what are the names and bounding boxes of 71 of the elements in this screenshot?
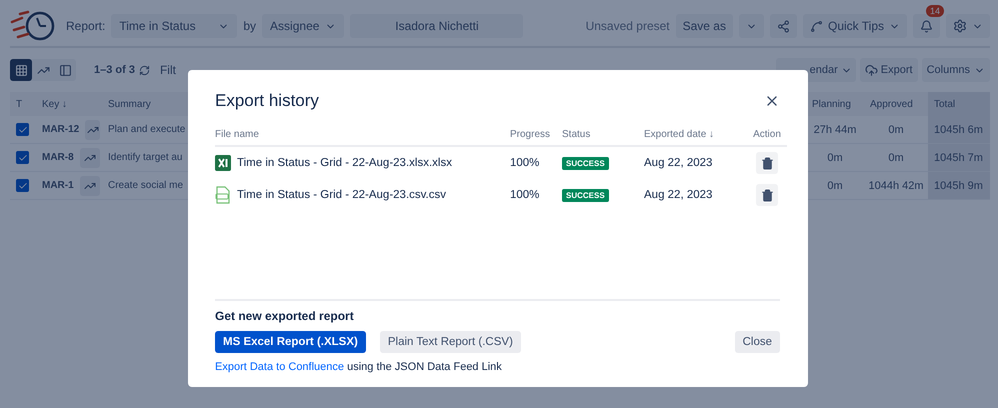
total-cell: 1045h 7m	[928, 144, 990, 172]
share-button[interactable]	[770, 14, 797, 38]
file-name: Time in Status - Grid - 22-Aug-23.xlsx.xlsx	[237, 157, 452, 169]
result-count: 1–3 of 3	[94, 64, 135, 76]
column-header: Approved	[864, 92, 928, 116]
export-button[interactable]: Export	[860, 58, 918, 82]
issue-key: MAR-1	[42, 180, 74, 191]
total-cell: 1045h 6m	[928, 116, 990, 144]
save-as-button[interactable]: Save as	[676, 14, 733, 38]
issue-key: MAR-12	[42, 124, 80, 135]
column-header: Status	[562, 123, 644, 147]
bell-icon	[920, 20, 933, 32]
share-icon	[776, 20, 790, 32]
close-dialog-button[interactable]: Close	[734, 331, 780, 353]
chart-button[interactable]	[80, 176, 100, 196]
check-icon	[18, 124, 28, 134]
check-icon	[18, 180, 28, 190]
panel-icon	[58, 64, 72, 76]
column-header: Exported date ↓	[644, 123, 747, 147]
total-cell: 1045h 9m	[928, 172, 990, 200]
cloud-upload-icon	[864, 64, 878, 76]
chart-button[interactable]	[85, 120, 100, 140]
spline-icon	[810, 20, 823, 32]
column-header: Planning	[806, 92, 864, 116]
chart-button[interactable]	[80, 148, 100, 168]
notification-count: 14	[926, 5, 944, 17]
report-dropdown[interactable]: Time in Status	[111, 14, 238, 38]
column-header: Action	[747, 123, 787, 147]
issue-key: MAR-8	[42, 152, 74, 163]
dialog-title: Export history	[215, 91, 319, 111]
group-dropdown[interactable]: Assignee	[262, 14, 344, 38]
grid-view-button[interactable]	[10, 59, 32, 81]
row-checkbox[interactable]	[16, 151, 29, 164]
date-cell-text: Aug 22, 2023	[644, 188, 714, 203]
check-icon	[18, 152, 28, 162]
column-header: Total	[928, 92, 990, 116]
trash-icon	[760, 188, 774, 202]
progress-cell-text: 100%	[510, 156, 540, 171]
notifications-button[interactable]	[913, 14, 940, 38]
column-header: T	[10, 92, 36, 116]
status-badge: SUCCESS	[562, 156, 609, 170]
delete-button[interactable]	[756, 152, 778, 174]
columns-dropdown[interactable]: Columns	[922, 58, 990, 82]
progress-cell-text: 100%	[510, 188, 540, 203]
text-report-button[interactable]: Plain Text Report (.CSV)	[380, 331, 521, 353]
trash-icon	[760, 156, 774, 170]
preset-status: Unsaved preset	[586, 19, 670, 33]
quick-tips-button[interactable]: Quick Tips	[802, 14, 907, 38]
report-label: Report:	[66, 19, 106, 33]
row-checkbox[interactable]	[16, 123, 29, 136]
user-dropdown[interactable]: Isadora Nichetti	[350, 14, 524, 38]
filter-label: Filt	[160, 63, 176, 77]
file-name: Time in Status - Grid - 22-Aug-23.csv.csv	[237, 189, 446, 201]
row-checkbox[interactable]	[16, 179, 29, 192]
column-header: Progress	[510, 123, 562, 147]
spreadsheet-file-icon	[215, 155, 231, 171]
confluence-export-text: Export Data to Confluence using the JSON Data Feed Link	[215, 361, 503, 373]
confluence-export-link[interactable]: Export Data to Confluence	[215, 361, 344, 373]
by-label: by	[243, 19, 256, 33]
grid-icon	[14, 64, 28, 76]
settings-button[interactable]	[946, 14, 990, 38]
column-header: File name	[215, 123, 510, 147]
column-header: Key ↓	[36, 92, 106, 116]
delete-button[interactable]	[756, 184, 778, 206]
refresh-icon[interactable]	[138, 64, 150, 76]
csv-file-icon	[215, 186, 231, 204]
settings-icon	[953, 19, 967, 33]
status-badge: SUCCESS	[562, 188, 609, 202]
section-heading: Get new exported report	[215, 309, 355, 323]
date-cell-text: Aug 22, 2023	[644, 156, 714, 171]
excel-report-button[interactable]: MS Excel Report (.XLSX)	[215, 331, 366, 353]
